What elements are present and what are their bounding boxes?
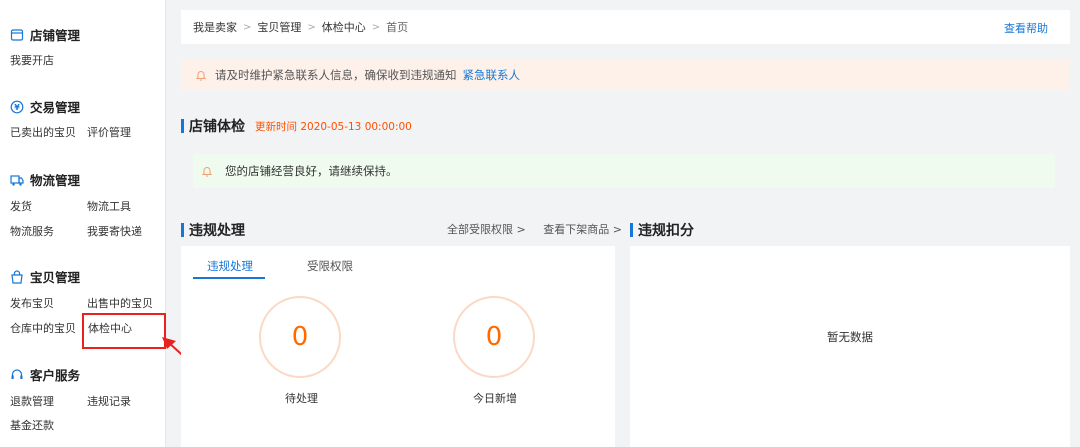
chevron-right-icon: > <box>371 21 381 33</box>
section-bar <box>181 223 184 237</box>
chevron-right-icon: > <box>243 21 252 33</box>
svg-text:¥: ¥ <box>14 103 20 112</box>
sidebar-section-logistics: 物流管理 <box>10 170 80 189</box>
all-restricted-permissions-link[interactable]: 全部受限权限 > <box>447 223 526 236</box>
chevron-right-icon: > <box>307 21 316 33</box>
sidebar-section-trade: ¥ 交易管理 <box>10 97 80 116</box>
breadcrumb-item[interactable]: 我是卖家 <box>193 19 237 35</box>
breadcrumb-item-current: 首页 <box>386 21 409 34</box>
violation-card: 违规处理 受限权限 0 待处理 0 今日新增 <box>181 246 615 447</box>
section-title: 违规处理 <box>189 223 245 239</box>
sidebar-section-shop: 店铺管理 <box>10 25 80 44</box>
bag-icon <box>10 269 24 284</box>
sidebar: 店铺管理 我要开店 ¥ 交易管理 已卖出的宝贝 评价管理 物流管理 发货 物流工… <box>0 0 166 447</box>
empty-state: 暂无数据 <box>827 330 873 344</box>
sidebar-link-sold[interactable]: 已卖出的宝贝 <box>10 124 76 140</box>
yuan-coin-icon: ¥ <box>10 100 24 114</box>
breadcrumb-item[interactable]: 体检中心 <box>322 19 366 35</box>
sidebar-link-violation-records[interactable]: 违规记录 <box>87 393 131 409</box>
notice-banner: 请及时维护紧急联系人信息，确保收到违规通知 紧急联系人 <box>181 60 1070 90</box>
deduction-card: 暂无数据 <box>630 246 1070 447</box>
tab-violation[interactable]: 违规处理 <box>207 258 253 274</box>
sidebar-section-goods: 宝贝管理 <box>10 267 80 286</box>
sidebar-link-warehouse[interactable]: 仓库中的宝贝 <box>10 320 76 336</box>
shop-icon <box>10 28 24 42</box>
notice-text: 请及时维护紧急联系人信息，确保收到违规通知 <box>215 68 457 82</box>
emergency-contact-link[interactable]: 紧急联系人 <box>463 67 521 83</box>
main-content: 我是卖家 > 宝贝管理 > 体检中心 > 首页 查看帮助 请及时维护紧急联系人信… <box>181 0 1070 447</box>
health-status-banner: 您的店铺经营良好，请继续保持。 <box>193 154 1055 188</box>
tab-active-indicator <box>193 277 265 279</box>
today-stat-circle: 0 <box>453 296 535 378</box>
help-link[interactable]: 查看帮助 <box>1004 20 1048 36</box>
tab-restricted[interactable]: 受限权限 <box>307 258 353 274</box>
breadcrumb-item[interactable]: 宝贝管理 <box>257 19 301 35</box>
breadcrumb: 我是卖家 > 宝贝管理 > 体检中心 > 首页 查看帮助 <box>181 10 1070 44</box>
view-delisted-goods-link[interactable]: 查看下架商品 > <box>543 223 622 236</box>
deduction-section-header: 违规扣分 <box>630 220 694 240</box>
section-title: 店铺体检 <box>189 119 245 135</box>
health-section-header: 店铺体检 更新时间 2020-05-13 00:00:00 <box>181 116 412 136</box>
section-bar <box>181 119 184 133</box>
violation-links: 全部受限权限 > 查看下架商品 > <box>447 221 622 237</box>
today-label: 今日新增 <box>473 392 517 405</box>
today-count: 0 <box>485 322 503 352</box>
truck-icon <box>10 173 24 187</box>
sidebar-link-send-express[interactable]: 我要寄快递 <box>87 223 142 239</box>
highlight-box <box>82 313 166 349</box>
health-message: 您的店铺经营良好，请继续保持。 <box>225 164 398 178</box>
headset-icon <box>10 368 24 382</box>
sidebar-link-refunds[interactable]: 退款管理 <box>10 393 54 409</box>
violation-section-header: 违规处理 <box>181 220 245 240</box>
sidebar-link-reviews[interactable]: 评价管理 <box>87 124 131 140</box>
section-bar <box>630 223 633 237</box>
bell-icon <box>195 71 207 81</box>
section-title: 交易管理 <box>30 100 81 115</box>
sidebar-link-publish[interactable]: 发布宝贝 <box>10 295 54 311</box>
pending-stat-circle: 0 <box>259 296 341 378</box>
section-title: 物流管理 <box>30 173 81 188</box>
update-time: 更新时间 2020-05-13 00:00:00 <box>255 120 412 133</box>
section-title: 违规扣分 <box>638 223 694 239</box>
bell-icon <box>201 167 213 177</box>
sidebar-link-logistics-service[interactable]: 物流服务 <box>10 223 54 239</box>
sidebar-link-logistics-tools[interactable]: 物流工具 <box>87 198 131 214</box>
sidebar-link-ship[interactable]: 发货 <box>10 198 32 214</box>
pending-label: 待处理 <box>285 392 318 405</box>
sidebar-link-fund-repay[interactable]: 基金还款 <box>10 417 54 433</box>
section-title: 客户服务 <box>30 368 81 383</box>
pending-count: 0 <box>291 322 309 352</box>
section-title: 宝贝管理 <box>30 270 81 285</box>
sidebar-link-open-shop[interactable]: 我要开店 <box>10 52 54 68</box>
section-title: 店铺管理 <box>30 28 81 43</box>
sidebar-link-on-sale[interactable]: 出售中的宝贝 <box>87 295 153 311</box>
sidebar-section-service: 客户服务 <box>10 365 80 384</box>
